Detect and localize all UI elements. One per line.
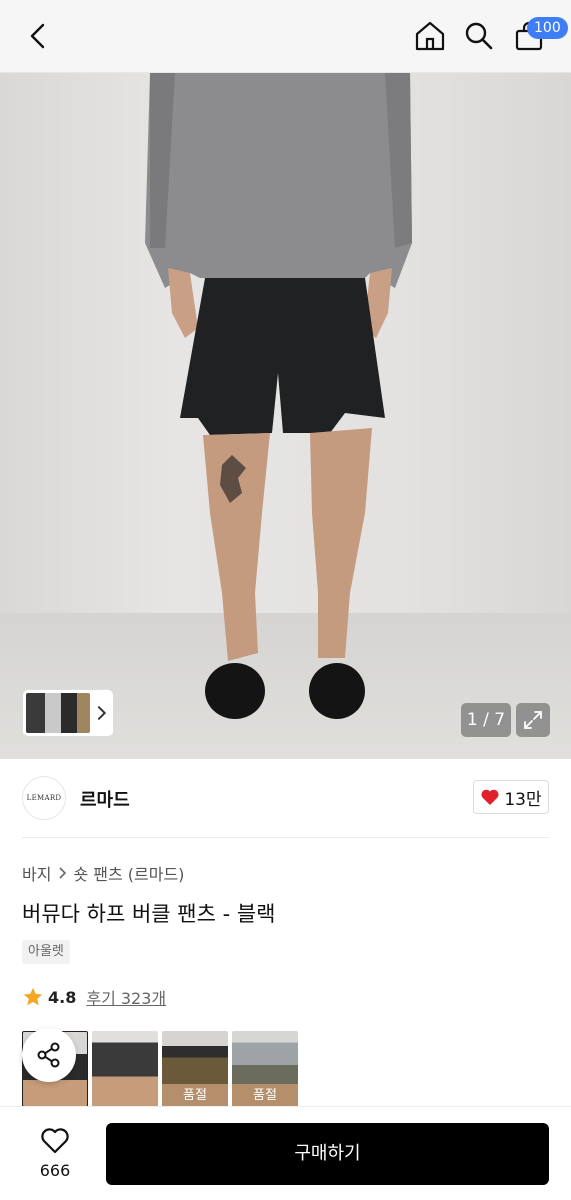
top-nav-bar: 100 (0, 0, 571, 73)
rating-row: 4.8 후기 323개 (22, 985, 166, 1009)
breadcrumb-category[interactable]: 바지 (22, 861, 51, 885)
divider (22, 837, 549, 838)
image-counter: 1 / 7 (461, 703, 511, 737)
search-button[interactable] (461, 18, 497, 54)
buy-button[interactable]: 구매하기 (106, 1123, 549, 1185)
star-icon (23, 987, 43, 1006)
expand-icon (524, 711, 542, 729)
gallery-thumbnail-preview (26, 693, 91, 733)
home-icon (415, 21, 445, 51)
brand-logo[interactable]: LEMARD (22, 776, 66, 820)
brand-like-button[interactable]: 13만 (473, 780, 549, 814)
wishlist-count: 666 (39, 1161, 71, 1180)
product-photo-model (145, 73, 412, 719)
wishlist-button[interactable]: 666 (26, 1127, 84, 1180)
back-button[interactable] (20, 18, 56, 54)
rating-score: 4.8 (48, 987, 77, 1007)
product-image-gallery[interactable]: 1 / 7 (0, 73, 571, 759)
variant-thumbnail[interactable]: 품절 (162, 1031, 228, 1107)
search-icon (465, 22, 493, 50)
heart-filled-icon (481, 789, 499, 805)
variant-thumbnail[interactable] (92, 1031, 158, 1107)
share-button[interactable] (22, 1028, 76, 1082)
home-button[interactable] (412, 18, 448, 54)
brand-name[interactable]: 르마드 (80, 786, 130, 812)
chevron-right-icon (98, 706, 107, 720)
product-title: 버뮤다 하프 버클 팬츠 - 블랙 (22, 902, 276, 926)
chevron-right-icon (59, 867, 67, 879)
soldout-label: 품절 (253, 1088, 277, 1103)
gallery-thumbnail-button[interactable] (22, 689, 114, 737)
heart-outline-icon (41, 1128, 69, 1154)
fullscreen-button[interactable] (516, 703, 550, 737)
bottom-action-bar: 666 구매하기 (0, 1106, 571, 1200)
outlet-tag: 아울렛 (22, 940, 70, 964)
share-icon (37, 1042, 60, 1068)
soldout-label: 품절 (183, 1088, 207, 1103)
cart-count-badge: 100 (527, 17, 568, 39)
chevron-left-icon (30, 23, 45, 49)
review-link[interactable]: 후기 323개 (86, 985, 166, 1009)
breadcrumb: 바지 숏 팬츠 (르마드) (22, 861, 184, 885)
brand-like-count: 13만 (504, 789, 542, 810)
breadcrumb-subcategory[interactable]: 숏 팬츠 (르마드) (73, 861, 184, 885)
variant-thumbnail[interactable]: 품절 (232, 1031, 298, 1107)
